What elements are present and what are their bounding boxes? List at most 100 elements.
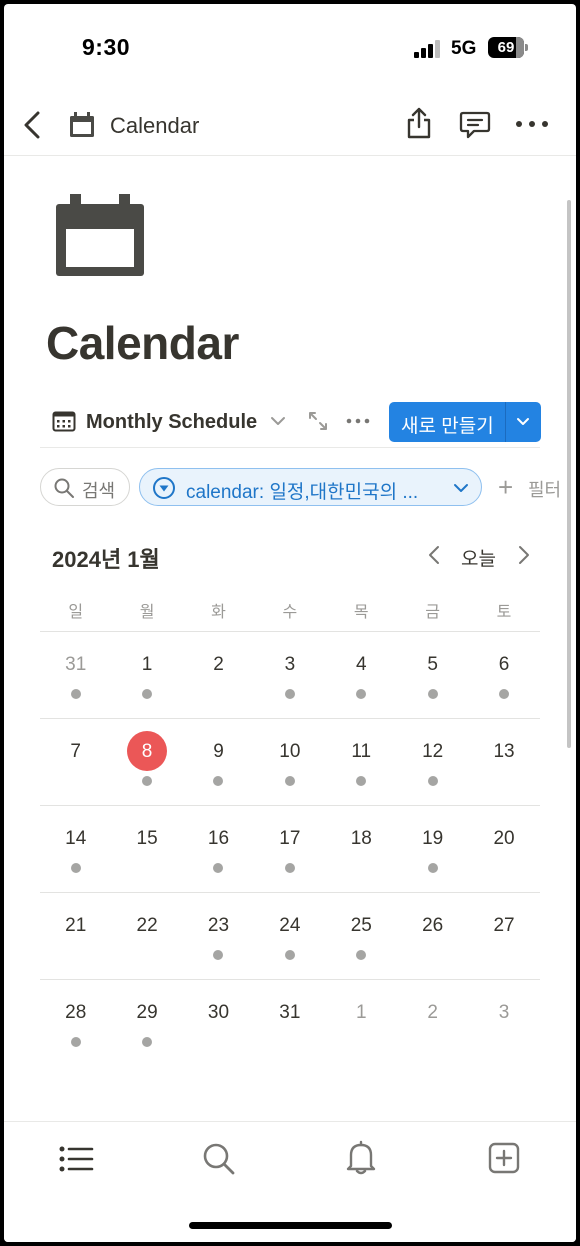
button-divider — [505, 402, 506, 442]
calendar-icon — [70, 112, 94, 137]
calendar-day-cell[interactable]: 17 — [254, 806, 325, 893]
weekday-label: 일 — [68, 604, 84, 621]
calendar-icon[interactable] — [56, 194, 144, 276]
calendar-week-row: 14 15 16 17 18 19 20 — [40, 806, 540, 893]
calendar-day-cell[interactable]: 20 — [468, 806, 539, 893]
calendar-day-cell[interactable]: 12 — [397, 719, 468, 806]
battery-cap — [525, 44, 528, 51]
day-number: 14 — [65, 828, 87, 849]
calendar-day-cell[interactable]: 21 — [40, 893, 111, 980]
calendar-day-cell[interactable]: 2 — [397, 980, 468, 1067]
home-indicator — [189, 1222, 392, 1229]
day-number: 29 — [136, 1002, 158, 1023]
calendar-day-cell[interactable]: 31 — [254, 980, 325, 1067]
calendar-grid: 31 1 2 3 4 5 6 7 8 9 10 11 12 13 14 15 16 17 18 19 20 21 22 23 2… — [40, 632, 540, 1067]
bell-icon[interactable] — [345, 1140, 377, 1176]
day-number: 1 — [141, 654, 153, 675]
calendar-day-cell[interactable]: 1 — [111, 632, 182, 719]
day-number: 3 — [498, 1002, 510, 1023]
calendar-day-cell[interactable]: 2 — [183, 632, 254, 719]
calendar-day-cell[interactable]: 8 — [111, 719, 182, 806]
calendar-day-cell[interactable]: 14 — [40, 806, 111, 893]
plus-icon: + — [498, 474, 514, 502]
more-icon[interactable] — [346, 412, 370, 430]
new-button[interactable]: 새로 만들기 — [389, 402, 541, 442]
day-number: 12 — [422, 741, 444, 762]
more-icon[interactable] — [514, 114, 550, 134]
event-dot — [427, 776, 438, 786]
calendar-day-cell[interactable]: 23 — [183, 893, 254, 980]
weekday-label: 수 — [282, 604, 298, 621]
event-dot — [142, 776, 153, 786]
day-number: 15 — [136, 828, 158, 849]
calendar-day-cell[interactable]: 1 — [326, 980, 397, 1067]
calendar-day-cell[interactable]: 25 — [326, 893, 397, 980]
view-name[interactable]: Monthly Schedule — [86, 411, 257, 434]
calendar-day-cell[interactable]: 3 — [468, 980, 539, 1067]
signal-icon — [414, 40, 442, 58]
chevron-down-icon — [454, 484, 468, 492]
calendar-day-cell[interactable]: 18 — [326, 806, 397, 893]
day-number: 26 — [422, 915, 444, 936]
calendar-day-cell[interactable]: 30 — [183, 980, 254, 1067]
calendar-day-cell[interactable]: 28 — [40, 980, 111, 1067]
chevron-left-icon[interactable] — [426, 544, 442, 566]
scrollbar[interactable] — [567, 200, 571, 748]
chevron-down-icon[interactable] — [270, 414, 286, 428]
event-dot — [284, 776, 295, 786]
share-icon[interactable] — [404, 106, 434, 140]
event-dot — [356, 689, 367, 699]
calendar-day-cell[interactable]: 4 — [326, 632, 397, 719]
calendar-day-cell[interactable]: 27 — [468, 893, 539, 980]
add-filter-label: 필터 — [528, 480, 562, 500]
search-icon[interactable] — [202, 1142, 236, 1176]
event-dot — [142, 1037, 153, 1047]
chevron-right-icon[interactable] — [516, 544, 532, 566]
day-number: 3 — [284, 654, 296, 675]
event-dot — [213, 950, 224, 960]
calendar-day-cell[interactable]: 26 — [397, 893, 468, 980]
today-button[interactable]: 오늘 — [461, 544, 496, 571]
day-number: 20 — [493, 828, 515, 849]
comment-icon[interactable] — [459, 110, 491, 140]
calendar-day-cell[interactable]: 15 — [111, 806, 182, 893]
chevron-down-icon[interactable] — [515, 414, 531, 430]
calendar-week-row: 21 22 23 24 25 26 27 — [40, 893, 540, 980]
search-filter-button[interactable]: 검색 — [40, 468, 130, 506]
day-number: 18 — [350, 828, 372, 849]
home-list-icon[interactable] — [58, 1144, 94, 1174]
day-number: 7 — [70, 741, 81, 762]
day-number: 4 — [355, 654, 367, 675]
expand-icon[interactable] — [307, 410, 329, 432]
day-number: 6 — [498, 654, 510, 675]
chevron-circle-icon — [153, 477, 175, 499]
database-view-bar: Monthly Schedule 새로 만들기 — [40, 396, 541, 448]
calendar-day-cell[interactable]: 11 — [326, 719, 397, 806]
status-time: 9:30 — [82, 34, 131, 60]
new-page-icon[interactable] — [488, 1142, 520, 1174]
calendar-day-cell[interactable]: 13 — [468, 719, 539, 806]
calendar-day-cell[interactable]: 22 — [111, 893, 182, 980]
calendar-day-cell[interactable]: 10 — [254, 719, 325, 806]
calendar-day-cell[interactable]: 5 — [397, 632, 468, 719]
back-icon[interactable] — [20, 110, 46, 140]
calendar-day-cell[interactable]: 6 — [468, 632, 539, 719]
calendar-day-cell[interactable]: 29 — [111, 980, 182, 1067]
add-filter-button[interactable]: + 필터 — [498, 474, 576, 502]
calendar-day-cell[interactable]: 19 — [397, 806, 468, 893]
day-number: 24 — [279, 915, 301, 936]
search-label: 검색 — [82, 481, 116, 501]
calendar-day-cell[interactable]: 3 — [254, 632, 325, 719]
day-number: 30 — [207, 1002, 230, 1023]
event-dot — [70, 1037, 81, 1047]
app-frame: 9:30 5G 69 Calendar Calendar Monthly Sch… — [4, 4, 576, 1242]
calendar-view-icon[interactable] — [52, 410, 76, 432]
calendar-day-cell[interactable]: 31 — [40, 632, 111, 719]
calendar-day-cell[interactable]: 16 — [183, 806, 254, 893]
calendar-filter-chip[interactable]: calendar: 일정,대한민국의 ... — [139, 468, 482, 506]
day-number: 9 — [213, 741, 224, 762]
calendar-day-cell[interactable]: 9 — [183, 719, 254, 806]
day-number: 25 — [350, 915, 372, 936]
calendar-day-cell[interactable]: 7 — [40, 719, 111, 806]
calendar-day-cell[interactable]: 24 — [254, 893, 325, 980]
